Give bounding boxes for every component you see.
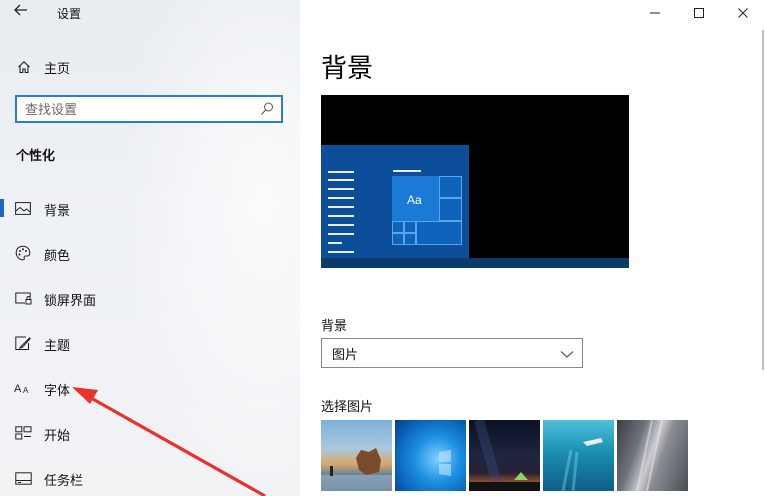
preview-tile (439, 198, 462, 221)
preview-line (393, 170, 421, 172)
preview-tile (392, 221, 404, 233)
preview-line (328, 215, 354, 217)
preview-line (328, 233, 354, 235)
sidebar-item-start[interactable]: 开始 (0, 416, 300, 450)
sidebar-item-background[interactable]: 背景 (0, 191, 300, 225)
beach-rocks-image[interactable] (321, 420, 392, 491)
preview-tile (392, 233, 404, 245)
picture-thumbnails (321, 420, 691, 491)
windows-blue-image[interactable] (395, 420, 466, 491)
selection-indicator (0, 334, 4, 352)
selection-indicator (0, 379, 4, 397)
selection-indicator (0, 289, 4, 307)
selection-indicator (0, 469, 4, 487)
preview-line (328, 242, 342, 244)
title-bar-left: 设置 (0, 0, 300, 26)
night-sky-tent-image[interactable] (469, 420, 540, 491)
preview-tile-text: Aa (407, 193, 422, 207)
search-input[interactable] (17, 97, 247, 121)
sidebar-item-home[interactable]: 主页 (16, 56, 70, 78)
sidebar-item-label: 开始 (44, 428, 71, 443)
preview-tile (404, 221, 416, 233)
picture-icon (14, 200, 32, 216)
search-icon[interactable] (259, 101, 275, 117)
window-controls (633, 0, 765, 26)
preview-tile (439, 176, 462, 198)
sidebar-item-colors[interactable]: 颜色 (0, 236, 300, 270)
sidebar-item-taskbar[interactable]: 任务栏 (0, 461, 300, 495)
choose-picture-label: 选择图片 (321, 399, 374, 414)
sidebar: 设置 主页 个性化 背景 颜色 锁屏界面 (0, 0, 300, 496)
selection-indicator (0, 199, 4, 217)
svg-text:A: A (23, 386, 29, 395)
close-button[interactable] (721, 0, 765, 26)
taskbar-preview (321, 258, 629, 268)
preview-tile (404, 233, 416, 245)
preview-line (328, 179, 354, 181)
background-type-dropdown[interactable]: 图片 (321, 338, 583, 368)
underwater-swimmer-image[interactable] (543, 420, 614, 491)
page-title: 背景 (321, 53, 374, 83)
scrollbar[interactable] (762, 30, 764, 370)
chevron-down-icon (560, 347, 574, 359)
sidebar-item-lock-screen[interactable]: 锁屏界面 (0, 281, 300, 315)
preview-line (328, 206, 354, 208)
back-arrow-icon[interactable] (10, 2, 32, 22)
preview-line (328, 188, 354, 190)
sidebar-item-label: 背景 (44, 203, 71, 218)
font-icon: AA (14, 380, 32, 396)
sidebar-item-fonts[interactable]: AA 字体 (0, 371, 300, 405)
svg-text:A: A (14, 383, 22, 395)
preview-tile-wide (416, 221, 462, 245)
sidebar-item-label: 颜色 (44, 248, 71, 263)
rock-cliff-image[interactable] (617, 420, 688, 491)
sidebar-item-home-label: 主页 (44, 60, 71, 76)
search-box[interactable] (15, 95, 283, 123)
dropdown-value: 图片 (332, 346, 359, 362)
maximize-button[interactable] (677, 0, 721, 26)
home-icon (16, 59, 32, 75)
sidebar-item-label: 主题 (44, 338, 71, 353)
app-title: 设置 (57, 7, 82, 21)
sidebar-item-label: 任务栏 (44, 473, 84, 488)
main-content: 背景 Aa 背景 图片 选择图片 (300, 0, 765, 496)
preview-line (328, 251, 354, 253)
background-type-label: 背景 (321, 318, 348, 333)
minimize-button[interactable] (633, 0, 677, 26)
palette-icon (14, 245, 32, 261)
preview-line (328, 171, 354, 173)
section-title-personalization: 个性化 (16, 148, 56, 163)
sidebar-item-label: 字体 (44, 383, 71, 398)
preview-line (328, 224, 354, 226)
selection-indicator (0, 424, 4, 442)
desktop-preview: Aa (321, 95, 629, 268)
sidebar-item-label: 锁屏界面 (44, 293, 97, 308)
lock-screen-icon (14, 290, 32, 306)
taskbar-icon (14, 470, 32, 486)
start-menu-icon (14, 425, 32, 441)
preview-line (328, 197, 354, 199)
theme-brush-icon (14, 335, 32, 351)
selection-indicator (0, 244, 4, 262)
sidebar-item-themes[interactable]: 主题 (0, 326, 300, 360)
